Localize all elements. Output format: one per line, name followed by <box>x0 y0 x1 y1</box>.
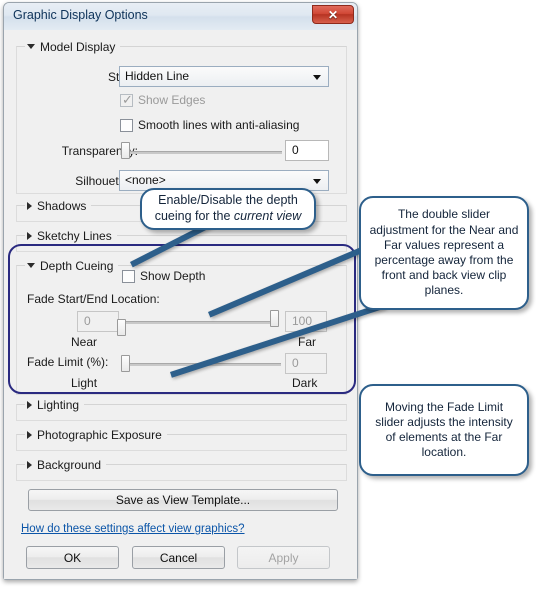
fade-limit-slider-thumb[interactable] <box>121 355 130 372</box>
check-icon: ✓ <box>122 92 133 107</box>
fade-limit-label: Fade Limit (%): <box>27 355 109 369</box>
near-value-input[interactable]: 0 <box>77 311 119 332</box>
group-label-background: Background <box>37 457 102 472</box>
group-label-sketchy-lines: Sketchy Lines <box>37 228 112 243</box>
callout-1-text: Enable/Disable the depth cueing for the … <box>147 189 310 229</box>
group-header-photographic-exposure[interactable]: Photographic Exposure <box>25 427 167 442</box>
transparency-slider-track[interactable] <box>123 151 282 154</box>
smooth-lines-label: Smooth lines with anti-aliasing <box>138 118 300 132</box>
show-depth-label: Show Depth <box>140 269 206 283</box>
fade-location-label: Fade Start/End Location: <box>27 292 160 306</box>
close-icon[interactable]: ✕ <box>312 5 354 24</box>
near-slider-thumb[interactable] <box>117 319 126 336</box>
apply-button: Apply <box>237 546 330 569</box>
show-depth-checkbox[interactable] <box>122 270 135 283</box>
smooth-lines-checkbox[interactable] <box>120 119 133 132</box>
group-header-shadows[interactable]: Shadows <box>25 198 92 213</box>
dark-label: Dark <box>292 376 318 390</box>
chevron-right-icon <box>27 231 32 240</box>
dialog-body: Model Display Style: Hidden Line ✓ Show … <box>4 30 357 579</box>
chevron-down-icon <box>27 44 35 49</box>
group-header-model-display[interactable]: Model Display <box>25 39 121 54</box>
chevron-right-icon <box>27 430 32 439</box>
callout-1-line1: Enable/Disable the depth <box>158 193 298 208</box>
screenshot-root: Graphic Display Options ✕ Model Display … <box>0 0 536 592</box>
group-header-background[interactable]: Background <box>25 457 107 472</box>
callout-depth-cueing-toggle: Enable/Disable the depth cueing for the … <box>140 188 316 230</box>
transparency-slider-thumb[interactable] <box>121 142 130 159</box>
far-slider-thumb[interactable] <box>270 310 279 327</box>
group-header-lighting[interactable]: Lighting <box>25 397 85 412</box>
group-label-photographic-exposure: Photographic Exposure <box>37 427 162 442</box>
group-label-depth-cueing: Depth Cueing <box>40 258 114 273</box>
callout-2-text: The double slider adjustment for the Nea… <box>369 207 519 298</box>
group-header-depth-cueing[interactable]: Depth Cueing <box>25 258 119 273</box>
chevron-down-icon <box>27 263 35 268</box>
save-as-view-template-button[interactable]: Save as View Template... <box>28 489 338 511</box>
graphic-display-options-dialog: Graphic Display Options ✕ Model Display … <box>3 2 358 580</box>
title-bar[interactable]: Graphic Display Options ✕ <box>4 3 357 31</box>
group-label-lighting: Lighting <box>37 397 80 412</box>
far-label: Far <box>298 335 316 349</box>
show-edges-label: Show Edges <box>138 93 206 107</box>
show-edges-checkbox[interactable]: ✓ <box>120 92 133 107</box>
group-header-sketchy-lines[interactable]: Sketchy Lines <box>25 228 117 243</box>
callout-1-line2-emphasis: current view <box>233 209 302 223</box>
chevron-right-icon <box>27 400 32 409</box>
group-lighting: Lighting <box>16 397 347 421</box>
callout-near-far-sliders: The double slider adjustment for the Nea… <box>359 196 529 310</box>
callout-1-line2-pre: cueing for the <box>154 209 234 223</box>
window-title: Graphic Display Options <box>13 8 148 22</box>
callout-3-text: Moving the Fade Limit slider adjusts the… <box>375 399 513 460</box>
style-value: Hidden Line <box>125 69 190 83</box>
style-dropdown[interactable]: Hidden Line <box>119 66 329 87</box>
chevron-right-icon <box>27 460 32 469</box>
chevron-down-icon <box>313 179 321 184</box>
light-label: Light <box>71 376 98 390</box>
help-link[interactable]: How do these settings affect view graphi… <box>21 523 245 535</box>
chevron-right-icon <box>27 201 32 210</box>
ok-button[interactable]: OK <box>26 546 119 569</box>
chevron-down-icon <box>313 75 321 80</box>
callout-fade-limit-slider: Moving the Fade Limit slider adjusts the… <box>359 384 529 476</box>
group-background: Background <box>16 457 347 481</box>
cancel-button[interactable]: Cancel <box>132 546 225 569</box>
fade-limit-value-input: 0 <box>285 353 327 374</box>
transparency-value-input[interactable]: 0 <box>285 140 329 161</box>
near-label: Near <box>71 335 98 349</box>
near-far-slider-track[interactable] <box>121 321 279 324</box>
group-photographic-exposure: Photographic Exposure <box>16 427 347 451</box>
group-label-shadows: Shadows <box>37 198 87 213</box>
group-label-model-display: Model Display <box>40 39 116 54</box>
silhouettes-value: <none> <box>125 173 166 187</box>
